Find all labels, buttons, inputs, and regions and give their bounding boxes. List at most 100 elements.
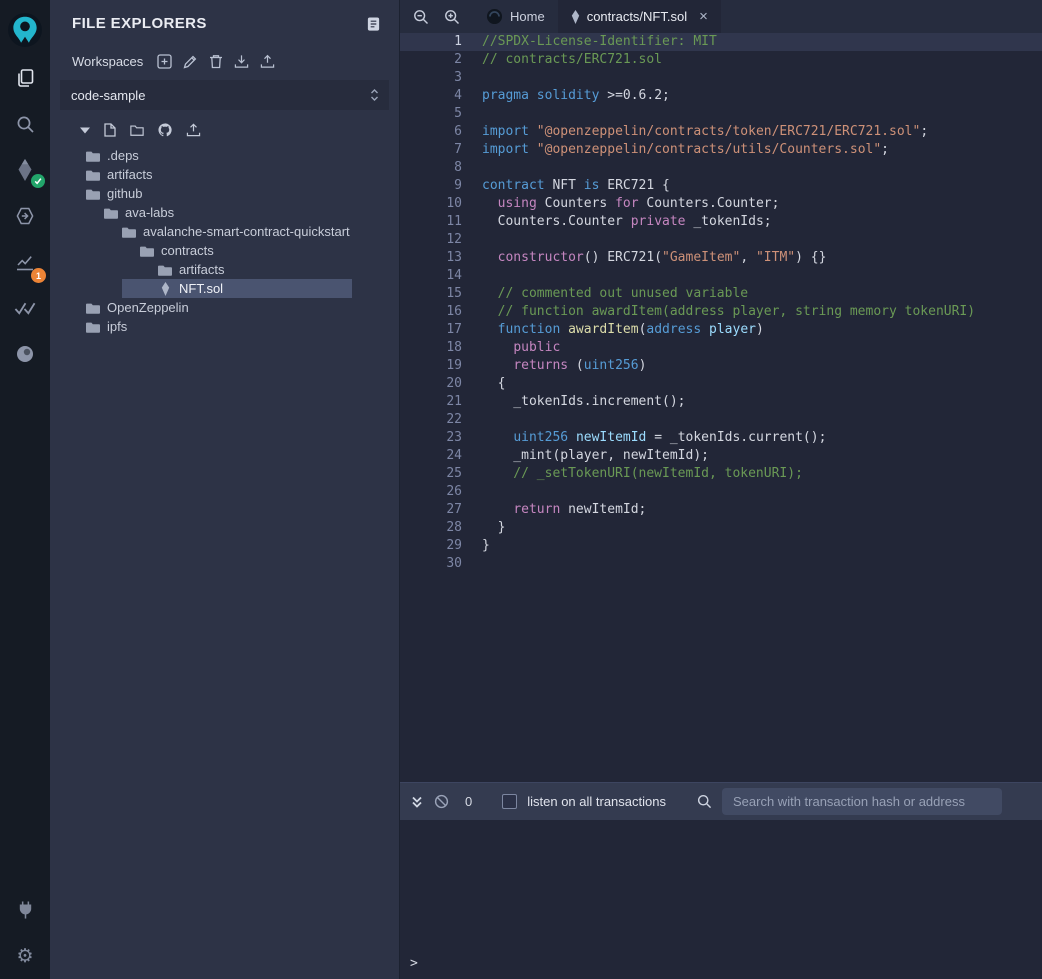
tab-home[interactable]: Home <box>473 0 558 33</box>
tree-item-ipfs[interactable]: ipfs <box>50 317 399 336</box>
upload-workspace-icon[interactable] <box>260 54 275 69</box>
tree-item-label: artifacts <box>179 262 225 277</box>
file-explorer-icon[interactable] <box>0 55 50 101</box>
collapse-caret-icon[interactable] <box>80 127 90 134</box>
code-line-10[interactable]: 10 using Counters for Counters.Counter; <box>400 195 1042 213</box>
line-number: 6 <box>400 123 479 141</box>
new-file-icon[interactable] <box>104 123 116 137</box>
code-line-21[interactable]: 21 _tokenIds.increment(); <box>400 393 1042 411</box>
code-line-8[interactable]: 8 <box>400 159 1042 177</box>
tree-item-ava-labs[interactable]: ava-labs <box>50 203 399 222</box>
line-number: 18 <box>400 339 479 357</box>
code-line-25[interactable]: 25 // _setTokenURI(newItemId, tokenURI); <box>400 465 1042 483</box>
code-line-3[interactable]: 3 <box>400 69 1042 87</box>
line-number: 5 <box>400 105 479 123</box>
line-number: 23 <box>400 429 479 447</box>
code-line-13[interactable]: 13 constructor() ERC721("GameItem", "ITM… <box>400 249 1042 267</box>
code-text: import "@openzeppelin/contracts/token/ER… <box>479 123 928 141</box>
code-line-11[interactable]: 11 Counters.Counter private _tokenIds; <box>400 213 1042 231</box>
rename-workspace-icon[interactable] <box>183 54 198 69</box>
plugin-manager-icon[interactable] <box>0 887 50 933</box>
remix-logo-icon[interactable] <box>0 5 50 55</box>
search-icon[interactable] <box>0 101 50 147</box>
tree-item-label: ava-labs <box>125 205 174 220</box>
code-line-30[interactable]: 30 <box>400 555 1042 573</box>
download-workspace-icon[interactable] <box>234 54 249 69</box>
code-text <box>479 555 482 573</box>
terminal-prompt: > <box>410 956 418 971</box>
code-line-23[interactable]: 23 uint256 newItemId = _tokenIds.current… <box>400 429 1042 447</box>
code-line-5[interactable]: 5 <box>400 105 1042 123</box>
code-line-12[interactable]: 12 <box>400 231 1042 249</box>
tree-item-github[interactable]: github <box>50 184 399 203</box>
code-line-19[interactable]: 19 returns (uint256) <box>400 357 1042 375</box>
code-line-2[interactable]: 2// contracts/ERC721.sol <box>400 51 1042 69</box>
listen-transactions-checkbox[interactable] <box>502 794 517 809</box>
code-text: returns (uint256) <box>479 357 646 375</box>
folder-icon <box>158 264 172 276</box>
collapse-terminal-icon[interactable] <box>410 795 424 809</box>
code-text <box>479 411 482 429</box>
line-number: 20 <box>400 375 479 393</box>
unit-testing-icon[interactable] <box>0 285 50 331</box>
solidity-compiler-icon[interactable] <box>0 147 50 193</box>
code-line-9[interactable]: 9contract NFT is ERC721 { <box>400 177 1042 195</box>
zoom-in-icon[interactable] <box>444 9 460 25</box>
tree-item-artifacts[interactable]: artifacts <box>50 165 399 184</box>
code-editor[interactable]: 1//SPDX-License-Identifier: MIT2// contr… <box>400 33 1042 782</box>
line-number: 11 <box>400 213 479 231</box>
code-line-22[interactable]: 22 <box>400 411 1042 429</box>
code-text: } <box>479 519 505 537</box>
workspace-journal-icon[interactable] <box>366 16 381 32</box>
close-tab-icon[interactable]: × <box>699 8 708 25</box>
new-folder-icon[interactable] <box>130 124 144 136</box>
code-line-28[interactable]: 28 } <box>400 519 1042 537</box>
code-line-4[interactable]: 4pragma solidity >=0.6.2; <box>400 87 1042 105</box>
tab-active-file[interactable]: contracts/NFT.sol × <box>558 0 721 33</box>
tab-active-label: contracts/NFT.sol <box>587 9 687 24</box>
main-area: Home contracts/NFT.sol × 1//SPDX-License… <box>400 0 1042 979</box>
sourcify-icon[interactable] <box>0 331 50 377</box>
line-number: 7 <box>400 141 479 159</box>
code-line-26[interactable]: 26 <box>400 483 1042 501</box>
zoom-out-icon[interactable] <box>413 9 429 25</box>
tree-item-contracts[interactable]: contracts <box>50 241 399 260</box>
code-text: _mint(player, newItemId); <box>479 447 709 465</box>
code-line-6[interactable]: 6import "@openzeppelin/contracts/token/E… <box>400 123 1042 141</box>
code-line-16[interactable]: 16 // function awardItem(address player,… <box>400 303 1042 321</box>
settings-icon[interactable]: ⚙ <box>0 933 50 979</box>
code-text: // _setTokenURI(newItemId, tokenURI); <box>479 465 803 483</box>
code-line-20[interactable]: 20 { <box>400 375 1042 393</box>
line-number: 13 <box>400 249 479 267</box>
deploy-run-icon[interactable] <box>0 193 50 239</box>
code-line-18[interactable]: 18 public <box>400 339 1042 357</box>
code-text: //SPDX-License-Identifier: MIT <box>479 33 717 51</box>
upload-file-icon[interactable] <box>186 123 201 137</box>
code-line-27[interactable]: 27 return newItemId; <box>400 501 1042 519</box>
code-line-24[interactable]: 24 _mint(player, newItemId); <box>400 447 1042 465</box>
delete-workspace-icon[interactable] <box>209 54 223 69</box>
analysis-icon[interactable]: 1 <box>0 239 50 285</box>
github-icon[interactable] <box>158 123 172 137</box>
tree-item-avalanche-smart-contract-quickstart[interactable]: avalanche-smart-contract-quickstart <box>50 222 399 241</box>
tree-item-nft-sol[interactable]: NFT.sol <box>50 279 399 298</box>
clear-console-icon[interactable] <box>434 794 449 809</box>
code-line-1[interactable]: 1//SPDX-License-Identifier: MIT <box>400 33 1042 51</box>
code-line-7[interactable]: 7import "@openzeppelin/contracts/utils/C… <box>400 141 1042 159</box>
code-line-29[interactable]: 29} <box>400 537 1042 555</box>
workspace-select[interactable]: code-sample <box>60 80 389 110</box>
folder-icon <box>140 245 154 257</box>
tree-item-openzeppelin[interactable]: OpenZeppelin <box>50 298 399 317</box>
code-line-14[interactable]: 14 <box>400 267 1042 285</box>
code-text: pragma solidity >=0.6.2; <box>479 87 670 105</box>
tree-item-artifacts[interactable]: artifacts <box>50 260 399 279</box>
code-line-17[interactable]: 17 function awardItem(address player) <box>400 321 1042 339</box>
code-text: // function awardItem(address player, st… <box>479 303 975 321</box>
tree-row-inner: github <box>86 184 142 203</box>
terminal-search-input[interactable] <box>722 788 1002 815</box>
tree-row-inner: OpenZeppelin <box>86 298 189 317</box>
terminal-output[interactable]: > <box>400 820 1042 979</box>
code-line-15[interactable]: 15 // commented out unused variable <box>400 285 1042 303</box>
create-workspace-icon[interactable] <box>157 54 172 69</box>
tree-item--deps[interactable]: .deps <box>50 146 399 165</box>
